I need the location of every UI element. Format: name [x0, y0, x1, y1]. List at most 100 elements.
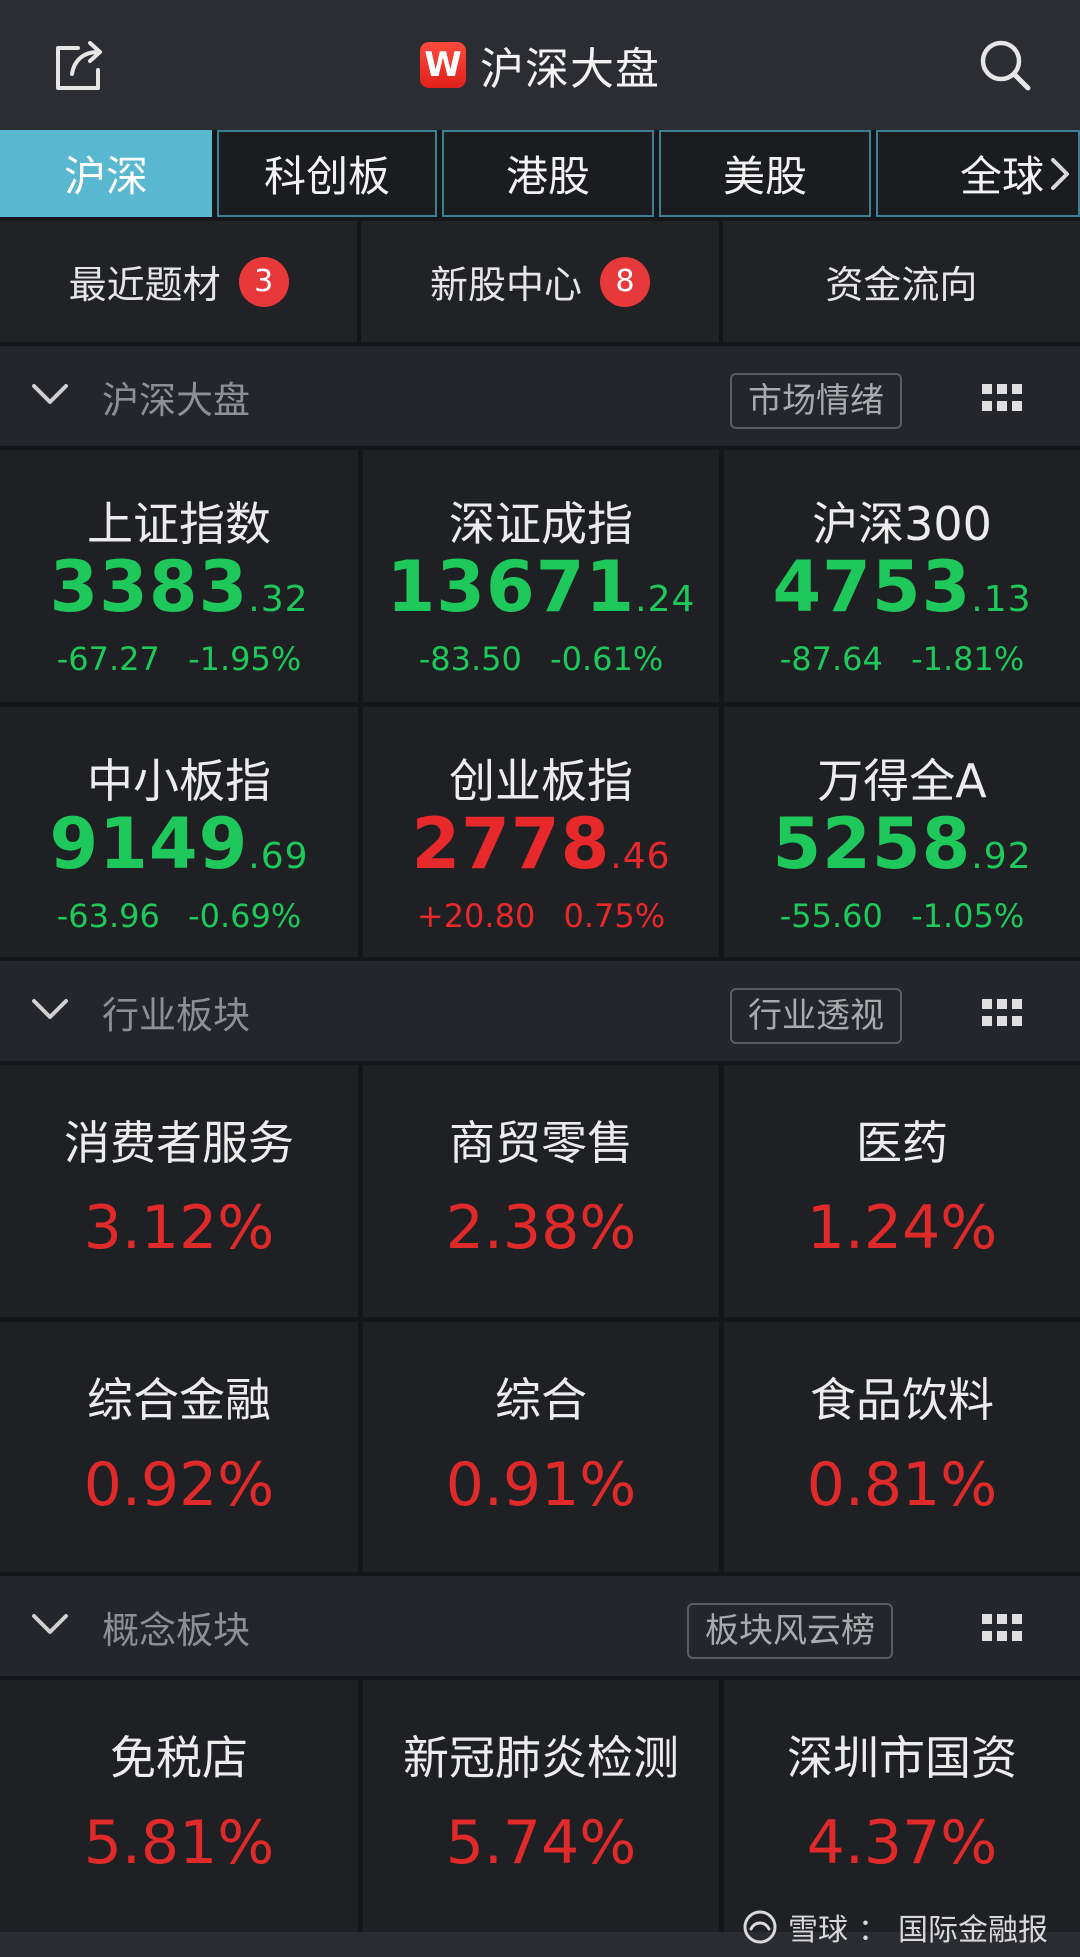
index-value: 5258.92: [724, 803, 1080, 885]
watermark-brand: 雪球: [788, 1913, 848, 1948]
index-change: -67.27 -1.95%: [0, 640, 358, 678]
app-logo: W: [420, 42, 466, 88]
change-percent: -1.81%: [911, 640, 1025, 678]
tab-star-market[interactable]: 科创板: [217, 130, 437, 217]
tab-us-stocks[interactable]: 美股: [659, 130, 871, 217]
section-header-concept[interactable]: 概念板块 板块风云榜: [0, 1572, 1080, 1676]
grid-view-icon[interactable]: [982, 999, 1022, 1029]
chevron-down-icon[interactable]: [30, 1611, 70, 1637]
quick-link-label: 新股中心: [429, 263, 582, 307]
industry-insight-button[interactable]: 行业透视: [730, 988, 902, 1044]
sector-ranking-button[interactable]: 板块风云榜: [687, 1603, 893, 1659]
concept-name: 深圳市国资: [787, 1731, 1017, 1785]
index-value-int: 3383: [49, 546, 249, 628]
change-amount: -87.64: [779, 640, 883, 678]
recent-topics-button[interactable]: 最近题材 3: [0, 221, 358, 342]
title-group: W 沪深大盘: [0, 34, 1080, 96]
sector-tile[interactable]: 医药 1.24%: [724, 1065, 1080, 1317]
sector-name: 综合金融: [87, 1373, 271, 1427]
index-tile[interactable]: 沪深300 4753.13 -87.64 -1.81%: [724, 450, 1080, 702]
index-change: -55.60 -1.05%: [724, 897, 1080, 935]
change-percent: -0.61%: [550, 640, 664, 678]
sector-change: 0.91%: [445, 1450, 637, 1520]
tab-label: 美股: [722, 152, 807, 201]
chevron-right-icon[interactable]: [1046, 154, 1074, 194]
market-sentiment-button[interactable]: 市场情绪: [730, 373, 902, 429]
index-tile[interactable]: 深证成指 13671.24 -83.50 -0.61%: [363, 450, 719, 702]
search-icon[interactable]: [976, 36, 1034, 94]
index-name: 上证指数: [87, 497, 271, 551]
indices-grid: 上证指数 3383.32 -67.27 -1.95% 深证成指 13671.24…: [0, 446, 1080, 959]
index-change: -87.64 -1.81%: [724, 640, 1080, 678]
quick-links: 最近题材 3 新股中心 8 资金流向: [0, 217, 1080, 342]
concept-change: 4.37%: [806, 1808, 998, 1878]
index-tile[interactable]: 中小板指 9149.69 -63.96 -0.69%: [0, 707, 358, 959]
index-name: 沪深300: [812, 497, 992, 551]
sector-tile[interactable]: 消费者服务 3.12%: [0, 1065, 358, 1317]
index-change: +20.80 0.75%: [363, 897, 719, 935]
change-amount: -67.27: [56, 640, 160, 678]
tab-hushen[interactable]: 沪深: [0, 130, 212, 217]
sector-tile[interactable]: 综合金融 0.92%: [0, 1322, 358, 1574]
index-value-int: 13671: [386, 546, 636, 628]
sector-change: 2.38%: [445, 1193, 637, 1263]
index-tile[interactable]: 万得全A 5258.92 -55.60 -1.05%: [724, 707, 1080, 959]
change-percent: 0.75%: [563, 897, 666, 935]
sector-tile[interactable]: 综合 0.91%: [363, 1322, 719, 1574]
index-value-int: 5258: [772, 803, 972, 885]
chevron-down-icon[interactable]: [30, 996, 70, 1022]
concept-tile[interactable]: 深圳市国资 4.37%: [724, 1680, 1080, 1932]
chevron-down-icon[interactable]: [30, 381, 70, 407]
fund-flow-button[interactable]: 资金流向: [722, 221, 1080, 342]
index-value-int: 9149: [49, 803, 249, 885]
screen: W 沪深大盘 沪深 科创板 港股 美股 全球 最近题材 3 新股中心 8 资金流…: [0, 0, 1080, 1957]
watermark: 雪球 ： 国际金融报: [742, 1902, 1048, 1952]
concept-name: 新冠肺炎检测: [403, 1731, 679, 1785]
grid-view-icon[interactable]: [982, 1614, 1022, 1644]
concept-change: 5.81%: [83, 1808, 275, 1878]
index-value-int: 4753: [772, 546, 972, 628]
index-value: 4753.13: [724, 546, 1080, 628]
quick-link-label: 最近题材: [68, 263, 221, 307]
index-name: 中小板指: [87, 754, 271, 808]
change-percent: -1.05%: [911, 897, 1025, 935]
index-tile[interactable]: 创业板指 2778.46 +20.80 0.75%: [363, 707, 719, 959]
grid-view-icon[interactable]: [982, 384, 1022, 414]
index-tile[interactable]: 上证指数 3383.32 -67.27 -1.95%: [0, 450, 358, 702]
change-percent: -0.69%: [188, 897, 302, 935]
concept-grid: 免税店 5.81% 新冠肺炎检测 5.74% 深圳市国资 4.37%: [0, 1676, 1080, 1932]
index-value-int: 2778: [411, 803, 611, 885]
index-value-dec: .92: [971, 836, 1032, 877]
index-change: -83.50 -0.61%: [363, 640, 719, 678]
sector-tile[interactable]: 商贸零售 2.38%: [363, 1065, 719, 1317]
sector-tile[interactable]: 食品饮料 0.81%: [724, 1322, 1080, 1574]
sector-change: 0.92%: [83, 1450, 275, 1520]
index-value: 3383.32: [0, 546, 358, 628]
watermark-source: 国际金融报: [898, 1913, 1048, 1948]
tab-hk-stocks[interactable]: 港股: [442, 130, 654, 217]
concept-tile[interactable]: 新冠肺炎检测 5.74%: [363, 1680, 719, 1932]
ipo-center-button[interactable]: 新股中心 8: [361, 221, 719, 342]
count-badge: 8: [600, 256, 650, 307]
index-value-dec: .13: [971, 579, 1032, 620]
concept-tile[interactable]: 免税店 5.81%: [0, 1680, 358, 1932]
index-value-dec: .46: [610, 836, 671, 877]
concept-name: 免税店: [110, 1731, 248, 1785]
tab-global[interactable]: 全球: [876, 130, 1080, 217]
section-header-indices[interactable]: 沪深大盘 市场情绪: [0, 342, 1080, 446]
change-percent: -1.95%: [188, 640, 302, 678]
index-value-dec: .69: [248, 836, 309, 877]
section-header-industry[interactable]: 行业板块 行业透视: [0, 957, 1080, 1061]
quick-link-label: 资金流向: [825, 263, 978, 307]
top-bar: W 沪深大盘: [0, 0, 1080, 130]
change-amount: -63.96: [56, 897, 160, 935]
section-title: 行业板块: [102, 994, 250, 1037]
sector-change: 0.81%: [806, 1450, 998, 1520]
change-amount: -55.60: [779, 897, 883, 935]
count-badge: 3: [238, 256, 289, 307]
tab-label: 全球: [959, 152, 1044, 201]
index-value: 9149.69: [0, 803, 358, 885]
watermark-separator: ：: [858, 1913, 888, 1948]
sector-name: 商贸零售: [449, 1116, 633, 1170]
page-title: 沪深大盘: [480, 44, 660, 95]
